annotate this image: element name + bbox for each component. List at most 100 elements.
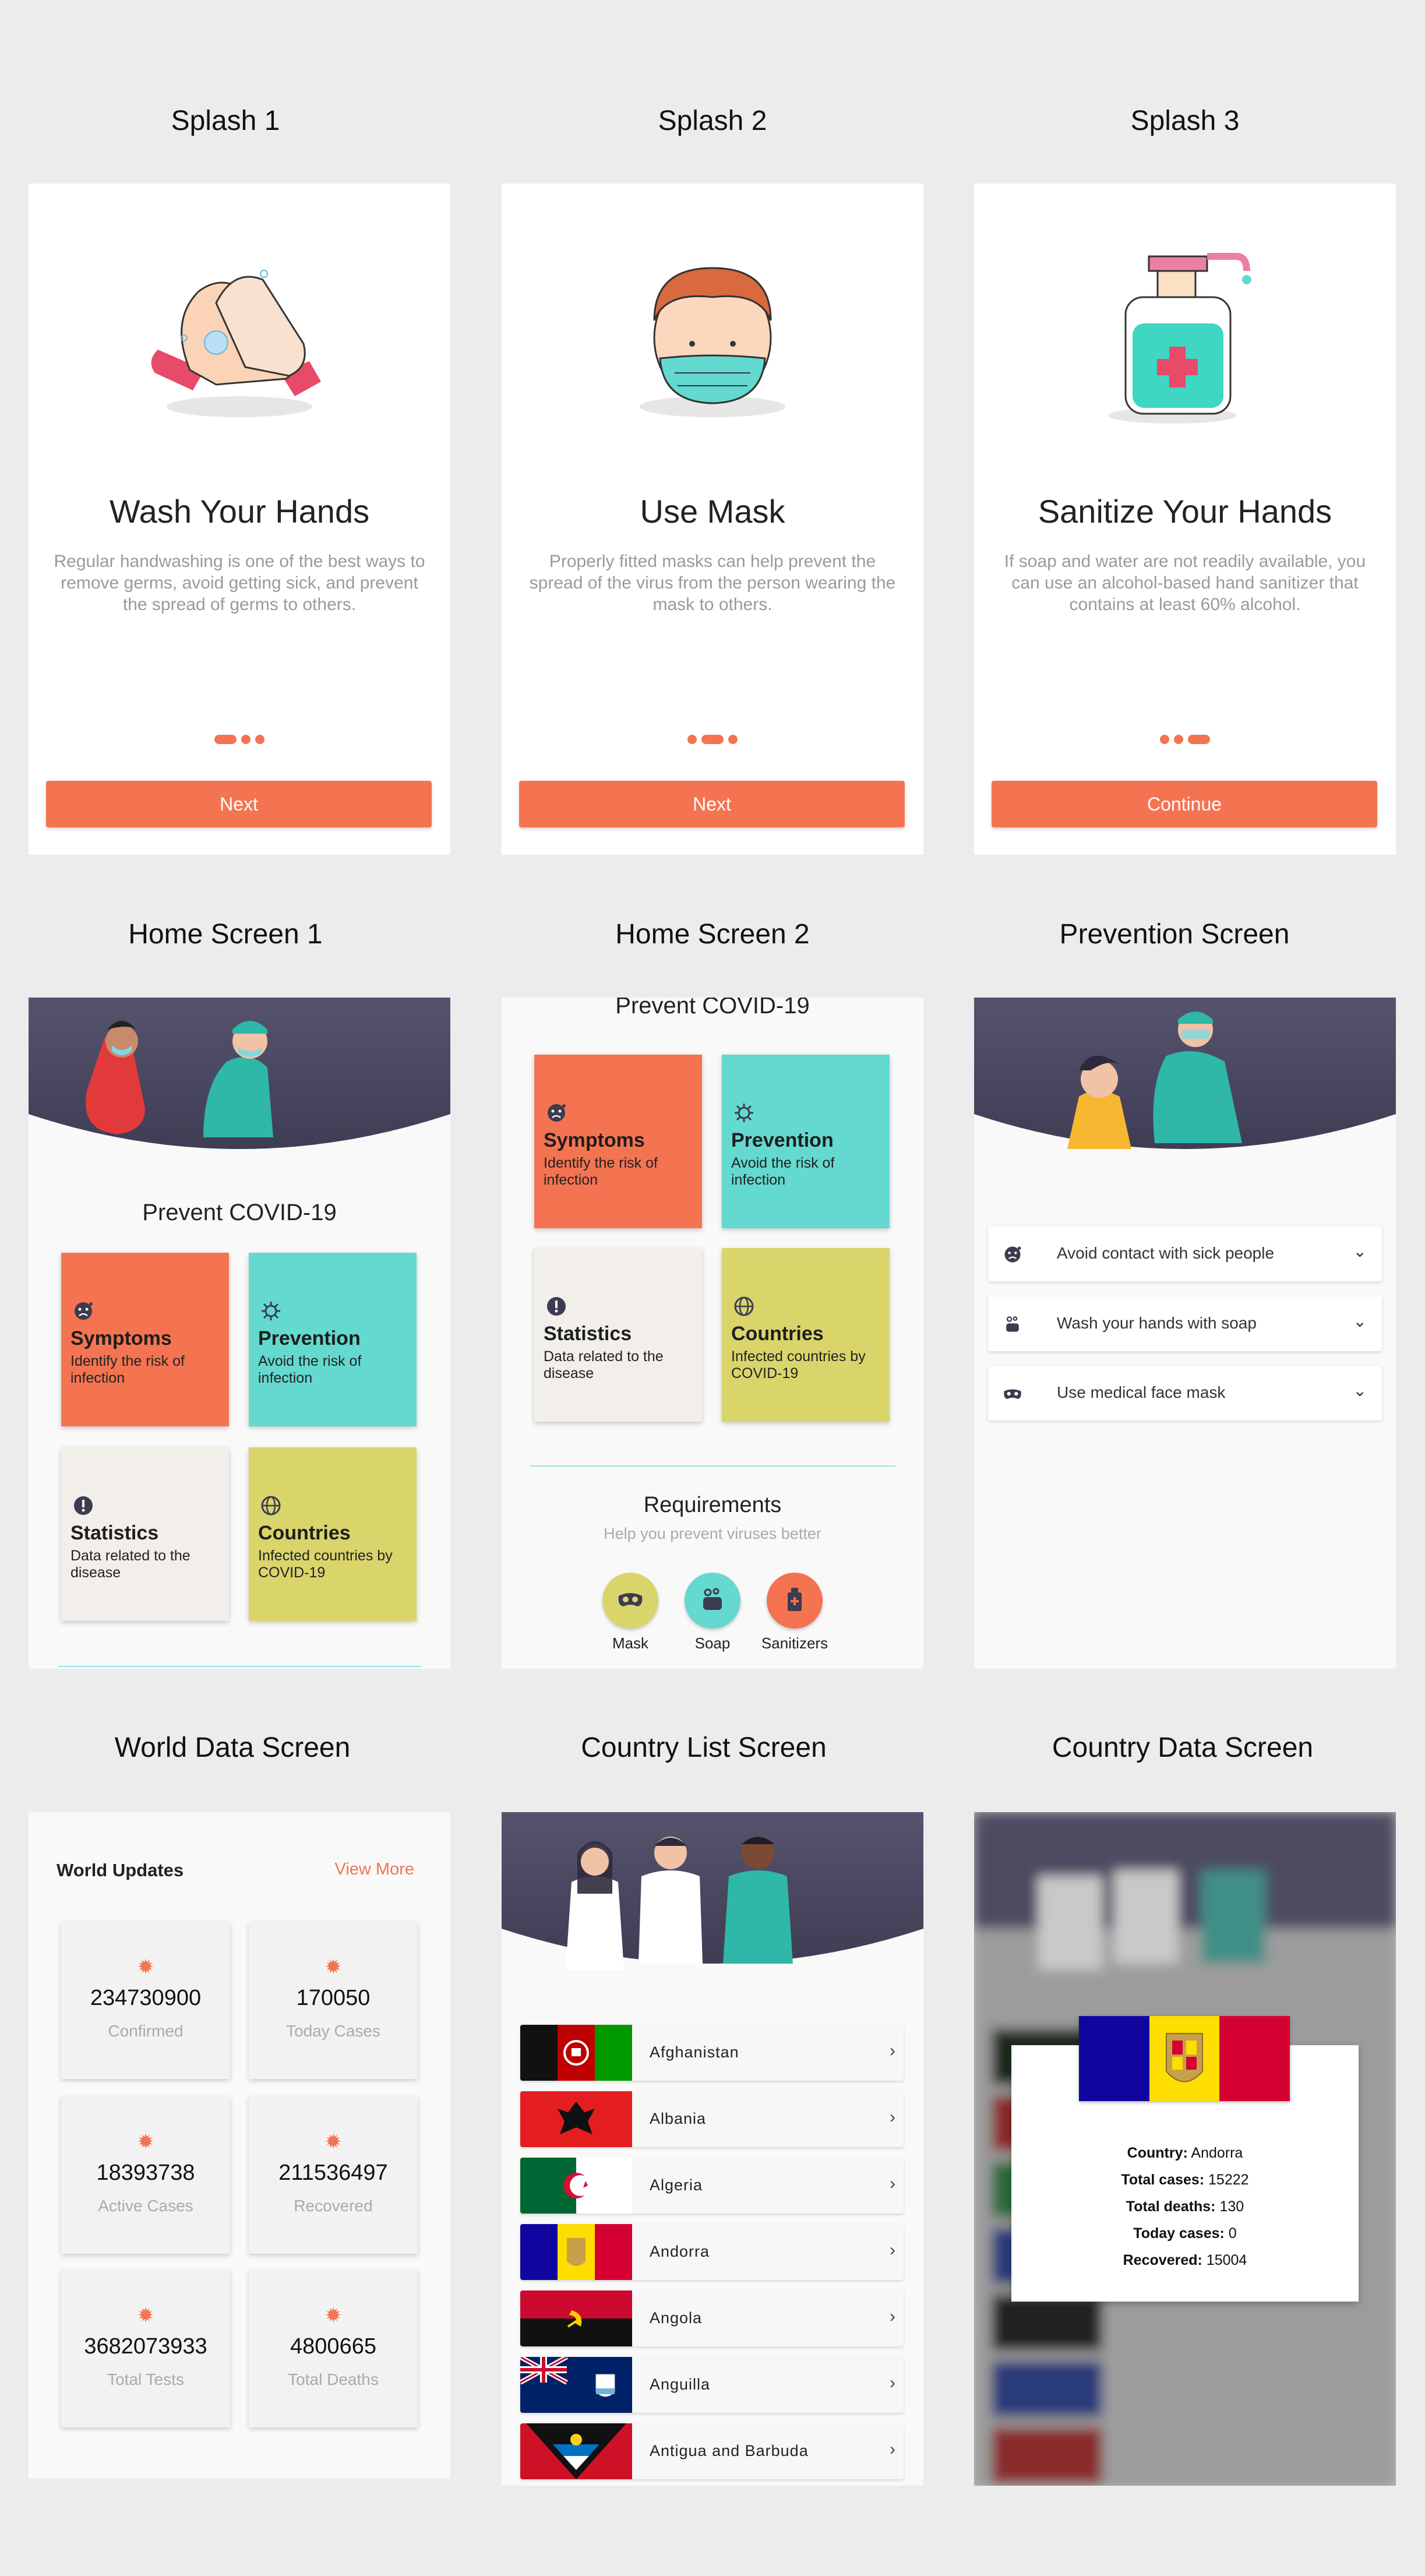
country-flag — [520, 2091, 632, 2147]
requirements-title: Requirements — [643, 1493, 782, 1517]
stat-value: 234730900 — [90, 1986, 202, 2010]
mask-icon — [618, 1593, 643, 1606]
sanitizer-requirement-button[interactable] — [767, 1573, 823, 1629]
stat-label: Total Deaths — [288, 2370, 379, 2388]
home-heading: Prevent COVID-19 — [615, 998, 810, 1019]
country-row[interactable]: Andorra › — [520, 2224, 904, 2280]
tile-title: Countries — [731, 1323, 824, 1345]
home-screen-1: Prevent COVID-19 Symptoms Identify the ri… — [29, 998, 450, 1669]
tile-statistics[interactable]: Statistics Data related to the disease — [61, 1447, 229, 1621]
globe-icon — [259, 1494, 283, 1517]
tile-symptoms[interactable]: Symptoms Identify the risk of infection — [61, 1253, 229, 1426]
tile-subtitle: Identify the risk of infection — [544, 1155, 658, 1188]
tile-subtitle: Avoid the risk of infection — [731, 1155, 835, 1188]
virus-icon: ✹ — [137, 2304, 154, 2327]
tile-title: Prevention — [258, 1327, 361, 1349]
country-name: Algeria — [650, 2176, 703, 2194]
vaccination-hero-illustration — [29, 998, 450, 1149]
continue-button[interactable]: Continue — [992, 781, 1377, 827]
chevron-right-icon: › — [890, 2041, 895, 2060]
detail-today-cases: Today cases: 0 — [1133, 2225, 1237, 2242]
sick-face-icon — [545, 1101, 568, 1125]
world-stat-card: ✹ 170050 Today Cases — [249, 1922, 418, 2079]
tile-subtitle: Avoid the risk of infection — [258, 1353, 362, 1386]
splash-description: Properly fitted masks can help prevent t… — [529, 552, 896, 614]
alert-icon — [545, 1295, 568, 1318]
country-row[interactable]: Anguilla › — [520, 2357, 904, 2413]
page-dot — [241, 734, 251, 744]
world-stat-card: ✹ 3682073933 Total Tests — [61, 2270, 230, 2427]
country-row[interactable]: Angola › — [520, 2290, 904, 2346]
stat-label: Today Cases — [286, 2022, 380, 2040]
chevron-down-icon[interactable]: ⌄ — [1353, 1242, 1367, 1261]
country-row[interactable]: Antigua and Barbuda › — [520, 2423, 904, 2479]
virus-icon: ✹ — [324, 1956, 342, 1978]
alert-icon — [72, 1494, 95, 1517]
chevron-right-icon: › — [890, 2440, 895, 2459]
world-stat-card: ✹ 211536497 Recovered — [249, 2096, 418, 2254]
doctors-hero-illustration — [502, 1812, 923, 1969]
virus-icon: ✹ — [324, 2131, 342, 2153]
prevention-item[interactable]: Avoid contact with sick people ⌄ — [988, 1227, 1382, 1281]
chevron-right-icon: › — [890, 2240, 895, 2260]
splash-title: Wash Your Hands — [109, 493, 370, 530]
soap-requirement-button[interactable] — [685, 1573, 740, 1629]
sick-face-icon — [72, 1299, 95, 1323]
tile-symptoms[interactable]: Symptoms Identify the risk of infection — [534, 1055, 702, 1228]
world-stat-card: ✹ 4800665 Total Deaths — [249, 2270, 418, 2427]
world-stat-card: ✹ 234730900 Confirmed — [61, 1922, 230, 2079]
chevron-down-icon[interactable]: ⌄ — [1353, 1312, 1367, 1331]
page-indicator — [502, 734, 923, 745]
stat-value: 211536497 — [278, 2161, 388, 2185]
chevron-right-icon: › — [890, 2108, 895, 2127]
mask-requirement-button[interactable] — [602, 1573, 658, 1629]
tile-prevention[interactable]: Prevention Avoid the risk of infection — [722, 1055, 890, 1228]
page-dot — [255, 734, 264, 744]
tile-title: Countries — [258, 1522, 351, 1544]
next-button[interactable]: Next — [519, 781, 905, 827]
prevention-screen: Avoid contact with sick people ⌄ Wash your… — [974, 998, 1396, 1669]
label-home-1: Home Screen 1 — [128, 919, 323, 950]
tile-countries[interactable]: Countries Infected countries by COVID-19 — [249, 1447, 417, 1621]
tile-countries[interactable]: Countries Infected countries by COVID-19 — [722, 1248, 890, 1422]
label-prevention: Prevention Screen — [1059, 919, 1290, 950]
prevention-item[interactable]: Use medical face mask ⌄ — [988, 1366, 1382, 1421]
masked-face-illustration — [640, 267, 785, 417]
requirement-label-soap: Soap — [694, 1634, 731, 1652]
next-button[interactable]: Next — [46, 781, 432, 827]
country-row[interactable]: Algeria › — [520, 2158, 904, 2214]
country-row[interactable]: Albania › — [520, 2091, 904, 2147]
tile-subtitle: Infected countries by COVID-19 — [731, 1348, 866, 1382]
stat-label: Confirmed — [108, 2022, 184, 2040]
country-name: Antigua and Barbuda — [650, 2442, 809, 2459]
label-world: World Data Screen — [114, 1732, 351, 1763]
soap-icon — [1002, 1314, 1023, 1335]
prevention-item-label: Wash your hands with soap — [1057, 1314, 1257, 1332]
chevron-down-icon[interactable]: ⌄ — [1353, 1381, 1367, 1400]
country-name: Anguilla — [650, 2376, 711, 2393]
sanitizer-icon — [788, 1588, 802, 1611]
prevention-item[interactable]: Wash your hands with soap ⌄ — [988, 1296, 1382, 1351]
sanitizer-bottle-illustration — [1108, 253, 1251, 424]
testing-hero-illustration — [974, 998, 1396, 1149]
virus-icon: ✹ — [137, 2131, 154, 2153]
tile-prevention[interactable]: Prevention Avoid the risk of infection — [249, 1253, 417, 1426]
label-splash-1: Splash 1 — [171, 105, 280, 136]
country-flag — [520, 2158, 632, 2214]
tile-subtitle: Data related to the disease — [70, 1548, 191, 1581]
home-heading: Prevent COVID-19 — [142, 1200, 337, 1225]
splash-description: If soap and water are not readily availa… — [1004, 552, 1366, 614]
country-name: Angola — [650, 2309, 703, 2327]
view-more-link[interactable]: View More — [335, 1860, 414, 1879]
country-flag — [520, 2357, 632, 2413]
tile-subtitle: Identify the risk of infection — [70, 1353, 185, 1386]
country-row[interactable]: Afghanistan › — [520, 2025, 904, 2081]
page-indicator — [974, 734, 1396, 745]
page-dot — [1174, 734, 1183, 744]
virus-icon — [732, 1101, 756, 1125]
tile-title: Statistics — [544, 1323, 632, 1345]
splash-screen-3: Sanitize Your Hands If soap and water ar… — [974, 184, 1396, 855]
tile-statistics[interactable]: Statistics Data related to the disease — [534, 1248, 702, 1422]
country-name: Afghanistan — [650, 2043, 739, 2061]
page-indicator — [29, 734, 450, 745]
